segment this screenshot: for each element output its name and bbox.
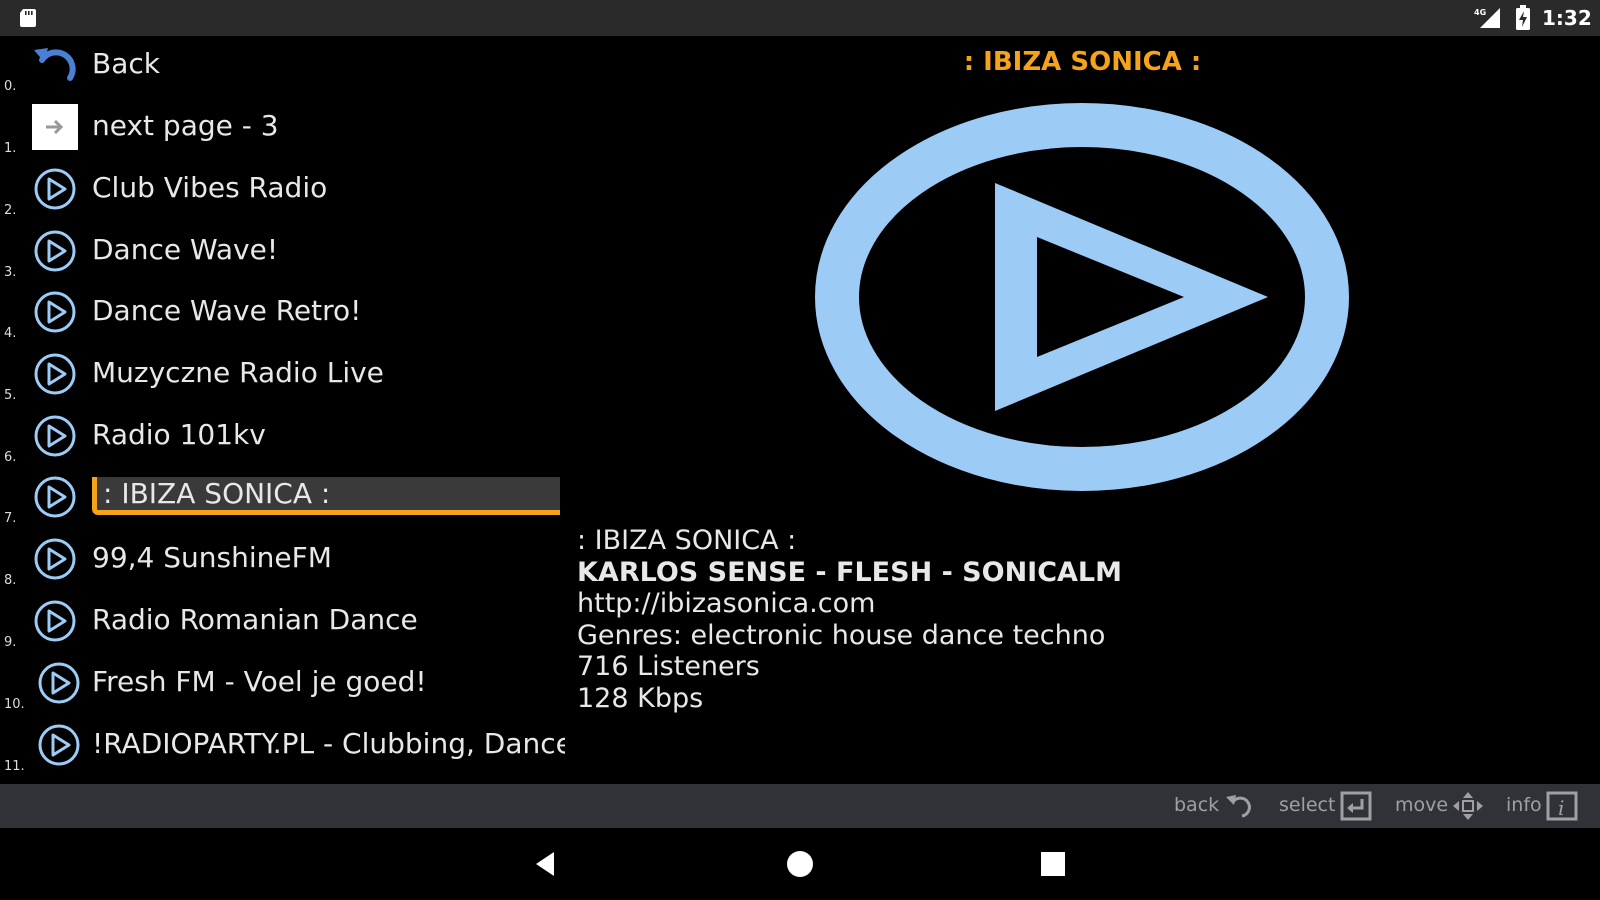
back-arrow-icon [34,48,76,81]
item-index: 3. [4,265,17,280]
next-page-icon [32,104,78,150]
item-index: 1. [4,141,17,156]
play-circle-icon [34,600,76,642]
list-item-station[interactable]: 6. Radio 101kv [0,407,565,467]
item-label: Dance Wave! [92,233,279,266]
hint-move-label: move [1395,794,1449,816]
list-item-station[interactable]: 4. Dance Wave Retro! [0,283,565,343]
item-label: Fresh FM - Voel je goed! [92,665,427,698]
status-bar: 4G 1:32 [0,0,1600,36]
play-circle-icon [38,724,80,766]
now-playing: KARLOS SENSE - FLESH - SONICALM [577,556,1122,588]
navigation-bar [0,828,1600,900]
item-label: : IBIZA SONICA : [103,477,331,510]
station-list[interactable]: 0. Back 1. next page - 3 2. Club Vibes R… [0,36,565,784]
nav-recents-icon[interactable] [1037,848,1069,880]
item-index: 7. [4,511,17,526]
play-large-icon[interactable] [812,100,1352,495]
item-label: 99,4 SunshineFM [92,541,332,574]
battery-charging-icon [1516,5,1530,30]
item-label: Club Vibes Radio [92,171,328,204]
undo-arrow-icon[interactable] [1224,791,1256,821]
play-circle-icon [34,291,76,333]
item-index: 5. [4,388,17,403]
list-item-back[interactable]: 0. Back [0,36,565,96]
item-label: next page - 3 [92,109,279,142]
item-index: 2. [4,203,17,218]
play-circle-icon [34,415,76,457]
list-item-station[interactable]: 9. Radio Romanian Dance [0,592,565,652]
play-circle-icon [34,353,76,395]
listener-count: 716 Listeners [577,651,760,682]
signal-icon: 4G [1474,8,1500,28]
list-item-station[interactable]: 5. Muzyczne Radio Live [0,345,565,405]
enter-key-icon[interactable] [1340,791,1372,821]
station-url: http://ibizasonica.com [577,588,876,619]
clock: 1:32 [1542,6,1592,30]
item-index: 6. [4,450,17,465]
item-index: 10. [4,697,25,712]
list-item-station[interactable]: 3. Dance Wave! [0,222,565,282]
list-item-next-page[interactable]: 1. next page - 3 [0,98,565,158]
list-item-station[interactable]: 11. !RADIOPARTY.PL - Clubbing, Dance, [0,716,565,776]
selection-highlight: : IBIZA SONICA : [92,477,560,515]
hint-select-label: select [1279,794,1336,816]
hint-info-label: info [1506,794,1542,816]
item-label: Back [92,47,160,80]
item-label: Radio 101kv [92,418,266,451]
item-label: Dance Wave Retro! [92,294,362,327]
item-index: 11. [4,759,25,774]
info-icon[interactable]: i [1546,791,1578,821]
play-circle-icon [34,476,76,518]
play-circle-icon [34,538,76,580]
station-title: : IBIZA SONICA : [963,47,1202,77]
play-circle-icon [34,168,76,210]
item-index: 9. [4,635,17,650]
item-label: Radio Romanian Dance [92,603,418,636]
item-label: Muzyczne Radio Live [92,356,384,389]
item-index: 8. [4,573,17,588]
item-index: 4. [4,326,17,341]
station-name: : IBIZA SONICA : [577,525,797,556]
item-label: !RADIOPARTY.PL - Clubbing, Dance, [92,727,565,760]
nav-home-icon[interactable] [784,848,816,880]
play-circle-icon [38,662,80,704]
sd-card-icon [20,9,36,27]
move-arrows-icon[interactable] [1452,791,1484,821]
item-index: 0. [4,79,17,94]
hint-bar: back select move info i [0,784,1600,828]
list-item-station[interactable]: 2. Club Vibes Radio [0,160,565,220]
network-type-label: 4G [1474,8,1486,17]
list-item-station[interactable]: 8. 99,4 SunshineFM [0,530,565,590]
hint-back-label: back [1174,794,1220,816]
bitrate: 128 Kbps [577,682,704,714]
station-genres: Genres: electronic house dance techno [577,619,1106,651]
list-item-station[interactable]: 10. Fresh FM - Voel je goed! [0,654,565,714]
list-item-station-selected[interactable]: 7. : IBIZA SONICA : [0,468,565,528]
svg-text:i: i [1558,796,1564,820]
nav-back-icon[interactable] [530,848,562,880]
play-circle-icon [34,230,76,272]
station-info: : IBIZA SONICA : KARLOS SENSE - FLESH - … [577,525,1122,714]
